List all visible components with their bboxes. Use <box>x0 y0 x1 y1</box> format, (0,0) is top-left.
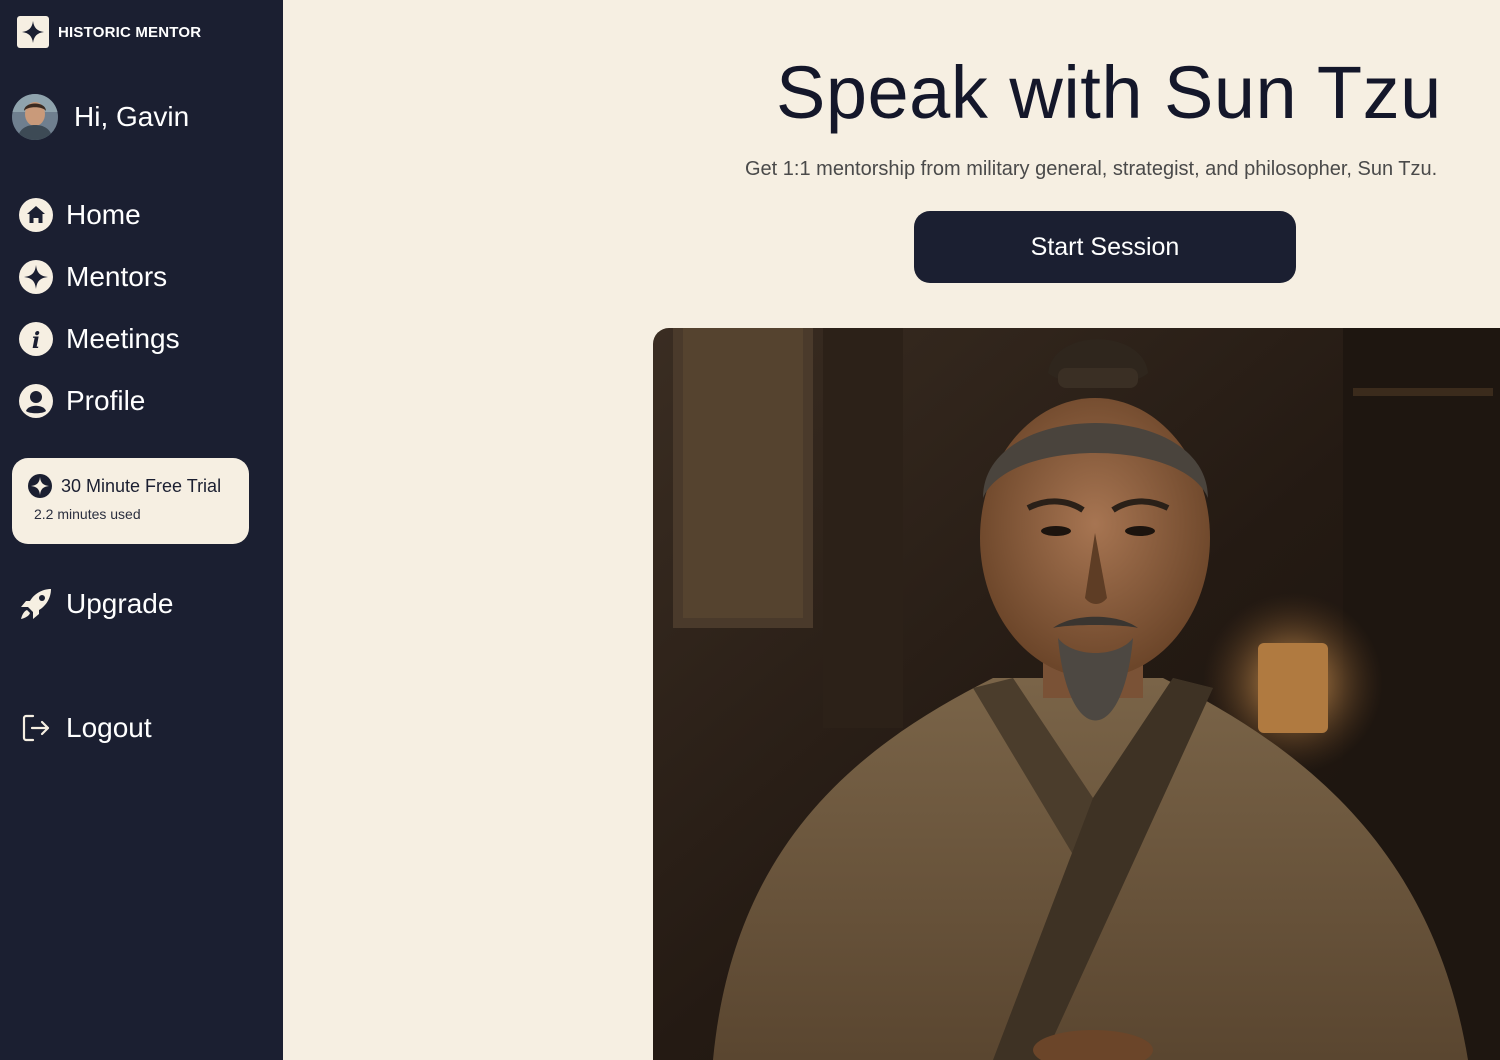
free-trial-card[interactable]: 30 Minute Free Trial 2.2 minutes used <box>12 458 249 544</box>
main-nav: Home Mentors i Meetings Profile <box>18 192 180 440</box>
trial-usage: 2.2 minutes used <box>34 506 141 522</box>
app-root: HISTORIC MENTOR Hi, Gavin Home Mentors i… <box>0 0 1500 1060</box>
nav-item-mentors[interactable]: Mentors <box>18 254 180 300</box>
nav-label-profile: Profile <box>66 385 146 416</box>
rocket-icon <box>18 586 54 622</box>
logout-label: Logout <box>66 712 152 743</box>
main-content: Speak with Sun Tzu Get 1:1 mentorship fr… <box>283 0 1500 1060</box>
nav-item-profile[interactable]: Profile <box>18 378 180 424</box>
trial-title-row: 30 Minute Free Trial <box>28 474 249 498</box>
nav-label-mentors: Mentors <box>66 261 168 292</box>
trial-title: 30 Minute Free Trial <box>61 475 222 496</box>
logout-button[interactable]: Logout <box>18 705 152 751</box>
logout-icon <box>18 710 54 746</box>
page-title: Speak with Sun Tzu <box>776 51 1442 134</box>
nav-label-home: Home <box>66 199 141 230</box>
nav-item-home[interactable]: Home <box>18 192 180 238</box>
upgrade-button[interactable]: Upgrade <box>18 581 173 627</box>
nav-item-meetings[interactable]: i Meetings <box>18 316 180 362</box>
start-session-button[interactable]: Start Session <box>914 211 1296 283</box>
home-icon <box>18 197 54 233</box>
user-icon <box>18 383 54 419</box>
user-greeting: Hi, Gavin <box>12 94 189 140</box>
page-subtitle: Get 1:1 mentorship from military general… <box>745 158 1438 180</box>
star-icon <box>28 474 52 498</box>
brand-name: HISTORIC MENTOR <box>58 23 202 41</box>
sidebar: HISTORIC MENTOR Hi, Gavin Home Mentors i… <box>0 0 283 1060</box>
star-icon <box>18 259 54 295</box>
nav-label-meetings: Meetings <box>66 323 180 354</box>
info-icon: i <box>18 321 54 357</box>
upgrade-label: Upgrade <box>66 588 174 619</box>
greeting-text: Hi, Gavin <box>74 101 190 132</box>
avatar[interactable] <box>12 94 58 140</box>
mentor-portrait <box>653 328 1500 1060</box>
four-point-star-icon <box>17 16 49 48</box>
svg-text:i: i <box>32 328 40 354</box>
brand[interactable]: HISTORIC MENTOR <box>17 16 201 48</box>
